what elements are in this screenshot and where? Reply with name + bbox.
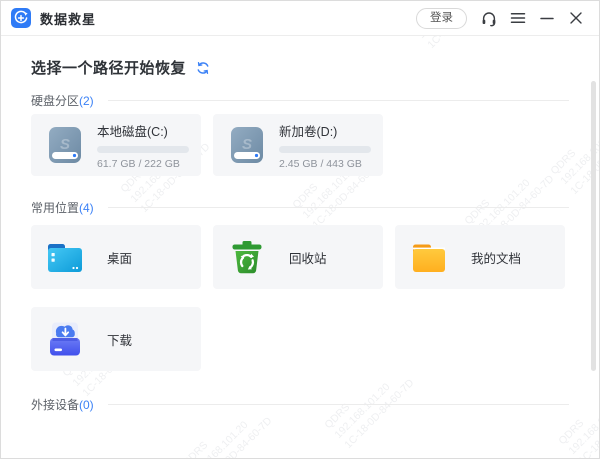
location-card-documents[interactable]: 我的文档 xyxy=(395,225,565,289)
drive-size-text: 2.45 GB / 443 GB xyxy=(279,158,371,170)
drive-info: 本地磁盘(C:) 61.7 GB / 222 GB xyxy=(97,121,189,170)
close-icon[interactable] xyxy=(567,9,585,27)
hard-drive-icon: S xyxy=(225,123,269,167)
divider xyxy=(108,100,569,101)
drive-card-row: S 本地磁盘(C:) 61.7 GB / 222 GB S xyxy=(31,114,383,176)
recycle-bin-icon xyxy=(225,235,269,279)
app-logo-icon xyxy=(11,8,31,28)
heading-row: 选择一个路径开始恢复 xyxy=(31,57,210,78)
location-card-recycle-bin[interactable]: 回收站 xyxy=(213,225,383,289)
svg-text:S: S xyxy=(60,136,70,153)
desktop-folder-icon xyxy=(43,235,87,279)
drive-usage-bar xyxy=(279,146,371,153)
svg-text:S: S xyxy=(242,136,252,153)
minimize-icon[interactable] xyxy=(538,9,556,27)
app-window: 数据救星 登录 xyxy=(0,0,600,459)
headset-icon[interactable] xyxy=(480,9,498,27)
drive-card-d[interactable]: S 新加卷(D:) 2.45 GB / 443 GB xyxy=(213,114,383,176)
section-partitions-header: 硬盘分区(2) xyxy=(31,92,569,109)
login-button[interactable]: 登录 xyxy=(416,8,467,29)
section-partitions-count: (2) xyxy=(79,94,94,108)
scrollbar-thumb[interactable] xyxy=(591,81,596,371)
drive-size-text: 61.7 GB / 222 GB xyxy=(97,158,189,170)
location-label: 回收站 xyxy=(289,248,327,267)
refresh-icon[interactable] xyxy=(196,61,210,75)
section-external-header: 外接设备(0) xyxy=(31,396,569,413)
location-card-downloads[interactable]: 下载 xyxy=(31,307,201,371)
main-content: 选择一个路径开始恢复 硬盘分区(2) xyxy=(1,35,599,458)
location-card-row-2: 下载 xyxy=(31,307,201,371)
titlebar-left: 数据救星 xyxy=(1,8,96,28)
page-title: 选择一个路径开始恢复 xyxy=(31,57,186,78)
location-card-row-1: 桌面 xyxy=(31,225,565,289)
section-external-count: (0) xyxy=(79,398,94,412)
drive-name: 本地磁盘(C:) xyxy=(97,121,189,140)
location-label: 我的文档 xyxy=(471,248,521,267)
location-card-desktop[interactable]: 桌面 xyxy=(31,225,201,289)
titlebar: 数据救星 登录 xyxy=(1,1,599,36)
divider xyxy=(108,404,569,405)
drive-card-c[interactable]: S 本地磁盘(C:) 61.7 GB / 222 GB xyxy=(31,114,201,176)
hard-drive-icon: S xyxy=(43,123,87,167)
section-external-label: 外接设备 xyxy=(31,396,79,413)
section-locations-header: 常用位置(4) xyxy=(31,199,569,216)
titlebar-right: 登录 xyxy=(416,8,599,29)
drive-usage-bar xyxy=(97,146,189,153)
download-tray-icon xyxy=(43,317,87,361)
location-label: 下载 xyxy=(107,330,132,349)
section-locations-label: 常用位置 xyxy=(31,199,79,216)
drive-info: 新加卷(D:) 2.45 GB / 443 GB xyxy=(279,121,371,170)
divider xyxy=(108,207,569,208)
location-label: 桌面 xyxy=(107,248,132,267)
documents-folder-icon xyxy=(407,235,451,279)
drive-name: 新加卷(D:) xyxy=(279,121,371,140)
section-locations-count: (4) xyxy=(79,201,94,215)
section-partitions-label: 硬盘分区 xyxy=(31,92,79,109)
app-title: 数据救星 xyxy=(40,9,96,28)
menu-icon[interactable] xyxy=(509,9,527,27)
